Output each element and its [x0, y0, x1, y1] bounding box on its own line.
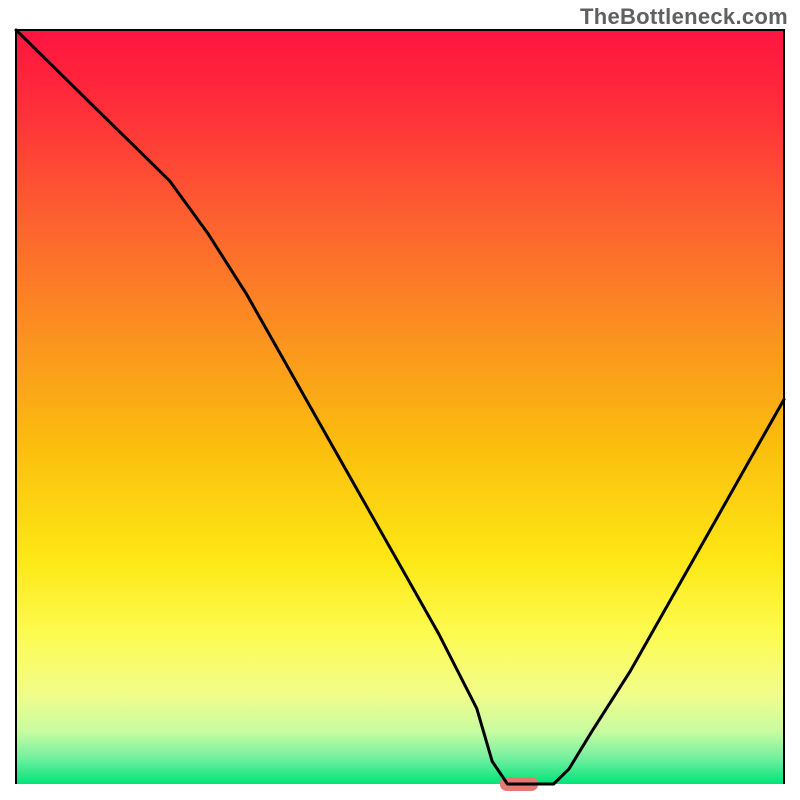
chart-container: TheBottleneck.com	[0, 0, 800, 800]
bottleneck-chart	[0, 0, 800, 800]
